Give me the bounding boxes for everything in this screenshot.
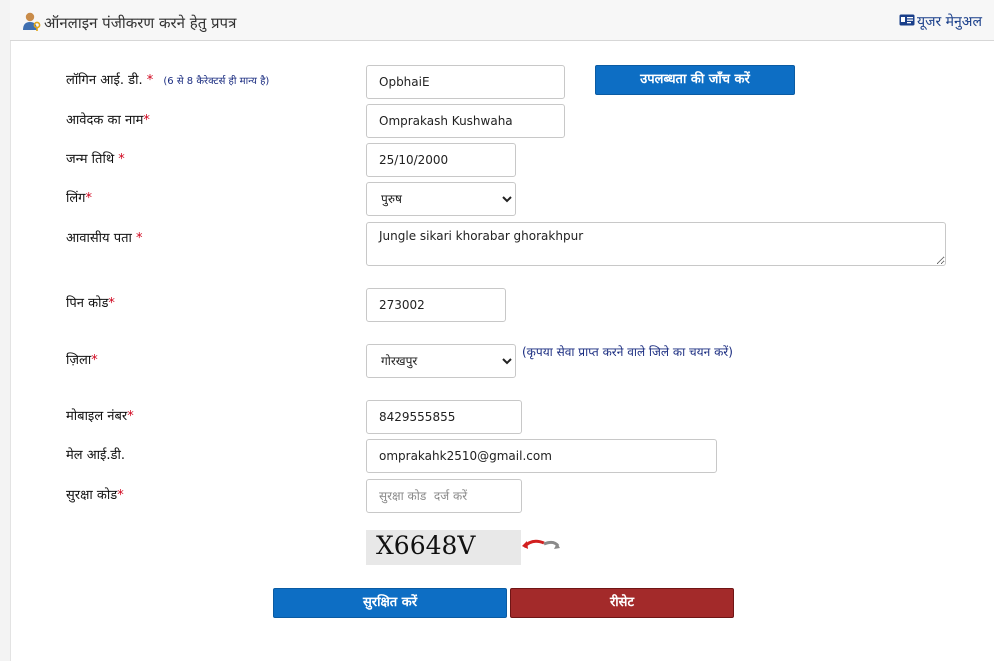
dob-label: जन्म तिथि * — [66, 149, 125, 167]
required-mark: * — [146, 73, 154, 88]
gender-label-text: लिंग — [66, 191, 86, 206]
security-code-input[interactable] — [366, 479, 522, 513]
district-select[interactable]: गोरखपुर — [366, 344, 516, 378]
pin-input[interactable] — [366, 288, 506, 322]
form-title: ऑनलाइन पंजीकरण करने हेतु प्रपत्र — [22, 11, 236, 35]
mobile-label: मोबाइल नंबर* — [66, 406, 134, 424]
required-mark: * — [108, 296, 115, 311]
required-mark: * — [118, 152, 125, 167]
security-code-label-text: सुरक्षा कोड — [66, 488, 118, 503]
applicant-name-label: आवेदक का नाम* — [66, 110, 150, 128]
address-textarea[interactable]: Jungle sikari khorabar ghorakhpur — [366, 222, 946, 266]
user-key-icon — [22, 11, 42, 35]
email-label: मेल आई.डी. — [66, 445, 125, 463]
address-label-text: आवासीय पता — [66, 231, 132, 246]
gender-select[interactable]: पुरुष — [366, 182, 516, 216]
applicant-name-label-text: आवेदक का नाम — [66, 113, 144, 128]
required-mark: * — [127, 409, 134, 424]
save-button[interactable]: सुरक्षित करें — [273, 588, 507, 618]
required-mark: * — [143, 113, 150, 128]
security-code-label: सुरक्षा कोड* — [66, 485, 124, 503]
login-id-label-text: लॉगिन आई. डी. — [66, 73, 143, 88]
form-header: ऑनलाइन पंजीकरण करने हेतु प्रपत्र यूजर मे… — [10, 0, 994, 41]
district-label: ज़िला* — [66, 350, 98, 368]
gender-label: लिंग* — [66, 188, 92, 206]
dob-input[interactable] — [366, 143, 516, 177]
district-label-text: ज़िला — [66, 353, 92, 368]
user-manual-link[interactable]: यूजर मेनुअल — [899, 12, 982, 31]
email-input[interactable] — [366, 439, 717, 473]
email-label-text: मेल आई.डी. — [66, 448, 125, 463]
applicant-name-input[interactable] — [366, 104, 565, 138]
check-availability-button[interactable]: उपलब्धता की जाँच करें — [595, 65, 795, 95]
mobile-input[interactable] — [366, 400, 522, 434]
required-mark: * — [85, 191, 93, 206]
form-title-text: ऑनलाइन पंजीकरण करने हेतु प्रपत्र — [44, 14, 237, 32]
login-id-label: लॉगिन आई. डी. * (6 से 8 कैरेक्टर्स ही मा… — [66, 70, 269, 88]
required-mark: * — [91, 353, 98, 368]
required-mark: * — [117, 488, 124, 503]
id-card-icon — [899, 14, 915, 30]
reset-button[interactable]: रीसेट — [510, 588, 734, 618]
address-label: आवासीय पता * — [66, 228, 143, 246]
dob-label-text: जन्म तिथि — [66, 152, 115, 167]
pin-label: पिन कोड* — [66, 293, 115, 311]
user-manual-label: यूजर मेनुअल — [916, 14, 982, 30]
captcha-text: X6648V — [376, 531, 476, 560]
pin-label-text: पिन कोड — [66, 296, 109, 311]
captcha-image: X6648V — [366, 530, 521, 565]
mobile-label-text: मोबाइल नंबर — [66, 409, 128, 424]
login-id-note: (6 से 8 कैरेक्टर्स ही मान्य है) — [163, 76, 270, 87]
login-id-input[interactable] — [366, 65, 565, 99]
required-mark: * — [136, 231, 143, 246]
district-hint: (कृपया सेवा प्राप्त करने वाले जिले का चय… — [522, 345, 733, 359]
refresh-arrow-icon[interactable] — [520, 535, 562, 559]
